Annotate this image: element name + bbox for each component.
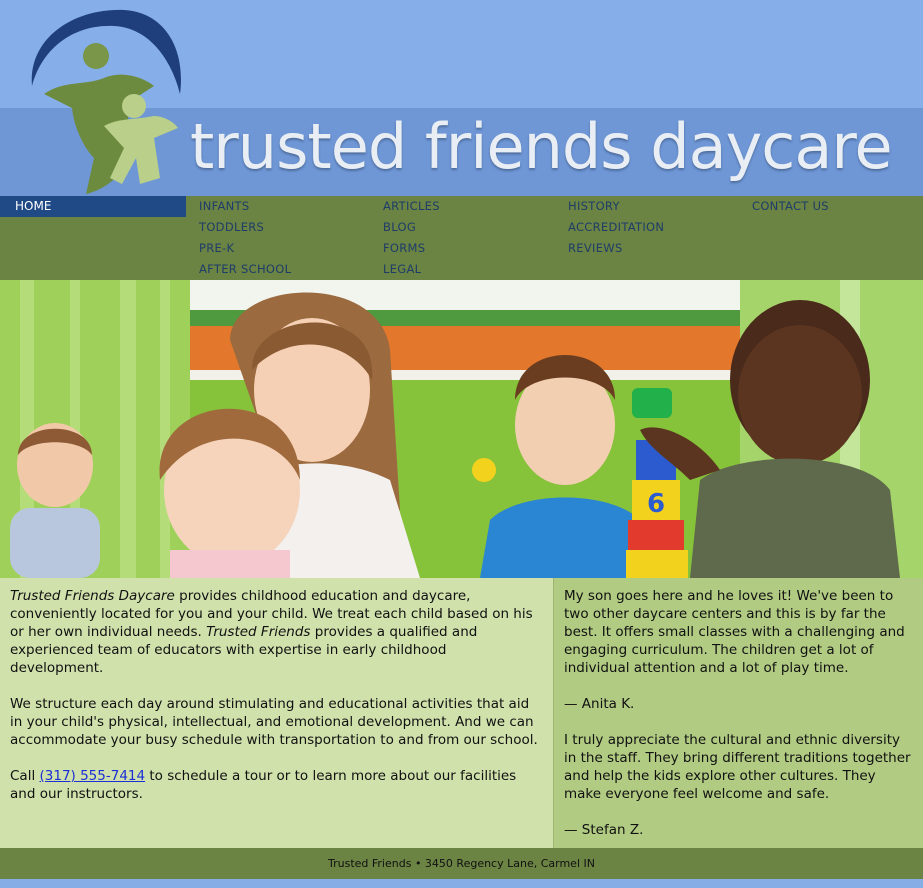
phone-link[interactable]: (317) 555-7414: [40, 768, 146, 784]
svg-text:6: 6: [647, 489, 665, 519]
bottom-strip: [0, 879, 923, 888]
testimonials-panel: My son goes here and he loves it! We've …: [553, 578, 923, 848]
nav-item-history[interactable]: HISTORY: [568, 196, 664, 217]
nav-item-articles[interactable]: ARTICLES: [383, 196, 440, 217]
hero-image: 6: [0, 280, 923, 578]
site-title: trusted friends daycare: [190, 110, 893, 183]
nav-item-accreditation[interactable]: ACCREDITATION: [568, 217, 664, 238]
nav-item-pre-k[interactable]: PRE-K: [199, 238, 291, 259]
two-people-under-arc-logo-icon[interactable]: [14, 8, 186, 194]
intro-paragraph-3: Call (317) 555-7414 to schedule a tour o…: [10, 768, 517, 802]
nav-item-toddlers[interactable]: TODDLERS: [199, 217, 291, 238]
nav-item-legal[interactable]: LEGAL: [383, 259, 440, 280]
site-footer: Trusted Friends • 3450 Regency Lane, Car…: [0, 848, 923, 879]
nav-item-after-school[interactable]: AFTER SCHOOL: [199, 259, 291, 280]
brand-name: Trusted Friends Daycare: [10, 588, 175, 604]
testimonial-quote: My son goes here and he loves it! We've …: [564, 588, 905, 676]
nav-item-forms[interactable]: FORMS: [383, 238, 440, 259]
testimonial-author: — Stefan Z.: [564, 822, 644, 838]
nav-item-contact-us[interactable]: CONTACT US: [752, 196, 829, 217]
nav-column-programs: INFANTS TODDLERS PRE-K AFTER SCHOOL: [199, 196, 291, 280]
main-nav: HOME INFANTS TODDLERS PRE-K AFTER SCHOOL…: [0, 196, 923, 280]
nav-column-resources: ARTICLES BLOG FORMS LEGAL: [383, 196, 440, 280]
testimonial-quote: I truly appreciate the cultural and ethn…: [564, 732, 911, 802]
nav-column-about: HISTORY ACCREDITATION REVIEWS: [568, 196, 664, 259]
nav-item-blog[interactable]: BLOG: [383, 217, 440, 238]
nav-item-reviews[interactable]: REVIEWS: [568, 238, 664, 259]
page: trusted friends daycare HOME INFANTS TOD…: [0, 0, 923, 888]
intro-paragraph-2: We structure each day around stimulating…: [10, 696, 538, 748]
intro-panel: Trusted Friends Daycare provides childho…: [0, 578, 553, 848]
nav-home[interactable]: HOME: [0, 196, 186, 217]
intro-paragraph-1: Trusted Friends Daycare provides childho…: [10, 588, 533, 676]
testimonial-author: — Anita K.: [564, 696, 635, 712]
nav-column-contact: CONTACT US: [752, 196, 829, 217]
nav-item-infants[interactable]: INFANTS: [199, 196, 291, 217]
site-header: trusted friends daycare: [0, 0, 923, 196]
brand-name-short: Trusted Friends: [206, 624, 311, 640]
